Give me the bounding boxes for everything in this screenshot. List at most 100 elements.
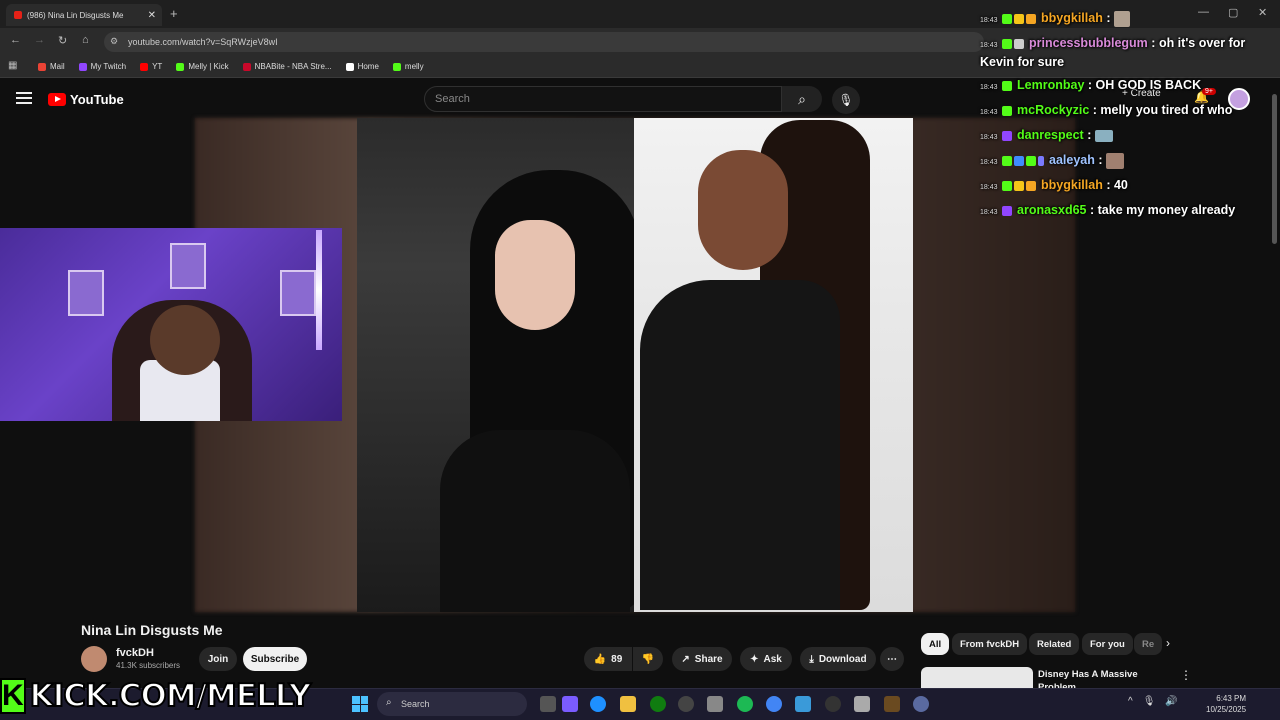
download-button[interactable]: ⤓ Download <box>800 647 876 671</box>
new-tab-icon[interactable]: + <box>170 6 178 21</box>
ask-label: Ask <box>763 653 782 665</box>
chat-text: melly you tired of who <box>1100 103 1233 117</box>
site-info-icon[interactable]: ⚙ <box>110 36 118 47</box>
windows-start-icon[interactable] <box>352 696 368 712</box>
bookmark-label: Mail <box>50 62 65 71</box>
kick-badge-icon <box>1001 80 1012 91</box>
settings-icon[interactable] <box>913 696 929 712</box>
twitch-icon <box>78 62 87 71</box>
store-icon[interactable] <box>707 696 723 712</box>
channel-avatar[interactable] <box>81 646 107 672</box>
chip-related[interactable]: Related <box>1029 633 1080 655</box>
video-figure-body-right <box>640 280 840 610</box>
kick-icon <box>392 62 401 71</box>
bookmark-melly-kick[interactable]: Melly | Kick <box>176 62 229 71</box>
channel-name[interactable]: fvckDH <box>116 647 154 659</box>
chip-for-you[interactable]: For you <box>1082 633 1133 655</box>
recommended-thumbnail[interactable] <box>921 667 1033 689</box>
hammer-badge-icon <box>1013 155 1024 166</box>
bookmark-label: My Twitch <box>90 62 127 71</box>
more-actions-button[interactable]: ⋯ <box>880 647 904 671</box>
search-input[interactable]: Search <box>424 86 782 112</box>
app-icon[interactable] <box>884 696 900 712</box>
thumbs-down-icon: 👎 <box>641 653 655 665</box>
chat-text: take my money already <box>1097 203 1236 217</box>
xbox-icon[interactable] <box>650 696 666 712</box>
chat-username: bbygkillah <box>1041 11 1103 25</box>
kick-url-text: KICK.COM/MELLY <box>29 677 313 715</box>
voice-search-button[interactable]: 🎙 <box>832 86 860 114</box>
youtube-favicon-icon <box>14 11 22 19</box>
copilot-icon[interactable] <box>562 696 578 712</box>
apps-grid-icon[interactable]: ▦ <box>8 60 17 71</box>
kick-badge-icon <box>1001 155 1012 166</box>
volume-icon[interactable]: 🔊 <box>1165 696 1177 707</box>
dislike-button[interactable]: 👎 <box>633 647 663 671</box>
taskbar-search[interactable]: Search <box>377 692 527 716</box>
chat-message: 18:43 Lemronbay : OH GOD IS BACK <box>980 78 1202 92</box>
youtube-play-icon <box>48 93 66 106</box>
bookmark-label: YT <box>152 62 163 71</box>
chevron-right-icon[interactable]: › <box>1166 636 1170 650</box>
like-button[interactable]: 👍 89 <box>584 647 632 671</box>
search-button[interactable]: ⌕ <box>782 86 822 112</box>
edge-icon[interactable] <box>590 696 606 712</box>
sub-badge-icon <box>1001 205 1012 216</box>
task-view-icon[interactable] <box>540 696 556 712</box>
wall-poster <box>68 270 104 316</box>
subscribe-button[interactable]: Subscribe <box>243 647 307 671</box>
youtube-logo[interactable]: YouTube <box>48 92 124 107</box>
bookmark-mail[interactable]: Mail <box>38 62 65 71</box>
chat-timestamp: 18:43 <box>980 184 998 191</box>
spotify-icon[interactable] <box>737 696 753 712</box>
chip-from-channel[interactable]: From fvckDH <box>952 633 1028 655</box>
kick-badge-icon <box>1001 38 1012 49</box>
bookmark-nbabite[interactable]: NBABite - NBA Stre... <box>242 62 332 71</box>
taskbar-clock[interactable]: 6:43 PM 10/25/2025 <box>1206 693 1246 715</box>
forward-icon[interactable]: → <box>34 34 45 46</box>
chip-recently-uploaded[interactable]: Re <box>1134 633 1163 655</box>
chat-username: aaleyah <box>1049 153 1095 167</box>
share-label: Share <box>694 653 723 665</box>
media-player-icon[interactable] <box>825 696 841 712</box>
photos-icon[interactable] <box>795 696 811 712</box>
app-icon[interactable] <box>854 696 870 712</box>
chat-timestamp: 18:43 <box>980 42 998 49</box>
recommended-more-icon[interactable]: ⋮ <box>1180 668 1192 682</box>
wall-poster <box>170 243 206 289</box>
wall-poster <box>280 270 316 316</box>
crown-badge-icon <box>1013 13 1024 24</box>
file-explorer-icon[interactable] <box>620 696 636 712</box>
share-button[interactable]: ↗ Share <box>672 647 732 671</box>
video-figure-face-right <box>698 150 788 270</box>
kick-icon <box>176 62 185 71</box>
bookmark-melly[interactable]: melly <box>392 62 424 71</box>
emote-icon <box>1113 10 1130 27</box>
chat-timestamp: 18:43 <box>980 17 998 24</box>
microphone-icon[interactable]: 🎙 <box>1143 696 1156 707</box>
bookmark-yt[interactable]: YT <box>140 62 162 71</box>
join-button[interactable]: Join <box>199 647 237 671</box>
home-icon[interactable]: ⌂ <box>82 34 89 46</box>
nba-icon <box>242 62 251 71</box>
chevron-up-icon[interactable]: ^ <box>1128 696 1133 707</box>
ask-button[interactable]: ✦ Ask <box>740 647 792 671</box>
back-icon[interactable]: ← <box>10 34 21 46</box>
browser-tab[interactable]: (986) Nina Lin Disgusts Me ✕ <box>6 4 162 26</box>
chip-all[interactable]: All <box>921 633 950 655</box>
app-icon[interactable] <box>678 696 694 712</box>
close-tab-icon[interactable]: ✕ <box>148 10 156 21</box>
bookmark-home[interactable]: Home <box>345 62 379 71</box>
bookmark-my-twitch[interactable]: My Twitch <box>78 62 127 71</box>
chrome-icon[interactable] <box>766 696 782 712</box>
microphone-icon: 🎙 <box>838 93 854 107</box>
address-bar[interactable]: youtube.com/watch?v=SqRWzjeV8wI <box>104 32 984 52</box>
menu-icon[interactable] <box>16 92 32 104</box>
more-icon: ⋯ <box>887 653 897 665</box>
chat-username: princessbubblegum <box>1029 36 1148 50</box>
chat-text: 40 <box>1113 178 1128 192</box>
recommended-title[interactable]: Disney Has A Massive Problem <box>1038 668 1168 690</box>
chat-username: bbygkillah <box>1041 178 1103 192</box>
reload-icon[interactable]: ↻ <box>58 34 67 47</box>
tab-title: (986) Nina Lin Disgusts Me <box>27 10 124 20</box>
